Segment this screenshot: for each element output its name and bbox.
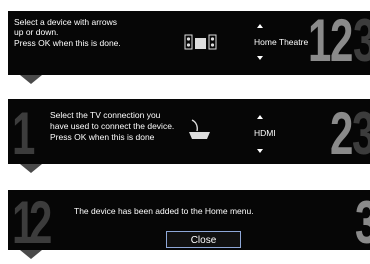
step1-line1: Select a device with arrows (14, 17, 117, 27)
step-number-1: 1 (12, 100, 35, 167)
step-number-3: 3 (355, 189, 370, 256)
close-button[interactable]: Close (166, 231, 241, 248)
step2-line2: have used to connect the device. (50, 121, 175, 131)
arrow-down-icon[interactable] (257, 56, 263, 60)
cable-icon (189, 119, 210, 139)
speaker-icon (184, 34, 217, 50)
arrow-down-icon[interactable] (257, 149, 263, 153)
step-number-2: 2 (29, 189, 52, 256)
arrow-up-icon[interactable] (257, 115, 263, 119)
connection-selector-value[interactable]: HDMI (254, 128, 276, 138)
step-number-1: 1 (308, 7, 331, 74)
step-number-1: 1 (12, 189, 35, 256)
step2-line3: Press OK when this is done (50, 132, 155, 142)
step3-message: The device has been added to the Home me… (74, 206, 254, 216)
step-number-3: 3 (352, 100, 370, 167)
arrow-up-icon[interactable] (257, 24, 263, 28)
step1-pointer (20, 75, 42, 84)
device-selector-value[interactable]: Home Theatre (254, 37, 308, 47)
step1-line3: Press OK when this is done. (14, 38, 121, 48)
step-number-2: 2 (330, 100, 353, 167)
step2-line1: Select the TV connection you (50, 110, 161, 120)
step-number-2: 2 (330, 7, 353, 74)
step-number-3: 3 (353, 7, 370, 74)
step1-line2: up or down. (14, 27, 59, 37)
